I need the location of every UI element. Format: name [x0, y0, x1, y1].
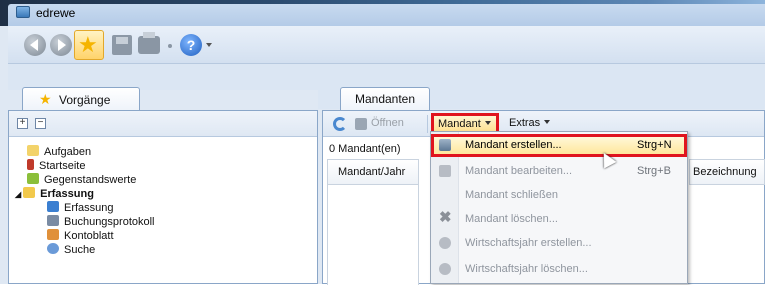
tree-item-erfassung-group[interactable]: ◢ Erfassung	[15, 187, 94, 201]
menu-item-mandant-schliessen[interactable]: Mandant schließen	[431, 184, 687, 207]
protocol-icon	[47, 215, 59, 226]
create-year-icon	[439, 237, 451, 249]
folder-open-icon	[23, 187, 36, 198]
favorites-button[interactable]: ★	[74, 30, 104, 60]
toolbar-separator-dot	[168, 44, 172, 48]
expand-triangle-icon[interactable]: ◢	[15, 190, 21, 199]
vorgaenge-panel: + − Aufgaben Startseite Gegenstandswerte…	[8, 110, 318, 284]
tab-mandanten[interactable]: Mandanten	[340, 87, 430, 111]
print-icon[interactable]	[138, 32, 160, 54]
window-title: edrewe	[36, 6, 76, 20]
collapse-all-button[interactable]: −	[35, 118, 46, 129]
tree-item-kontoblatt[interactable]: Kontoblatt	[47, 229, 114, 243]
grid-body[interactable]	[327, 185, 419, 285]
home-icon	[27, 159, 34, 170]
star-icon: ★	[39, 91, 52, 107]
entry-icon	[47, 201, 59, 212]
main-toolbar: ★ ?	[8, 26, 765, 64]
delete-x-icon: ✖	[439, 209, 452, 226]
mandant-dropdown-menu: Mandant erstellen... Strg+N Mandant bear…	[430, 131, 688, 284]
expand-all-button[interactable]: +	[17, 118, 28, 129]
tree-item-gegenstandswerte[interactable]: Gegenstandswerte	[27, 173, 136, 187]
ledger-icon	[47, 229, 59, 240]
search-icon	[47, 243, 59, 254]
tree-item-startseite[interactable]: Startseite	[27, 159, 85, 173]
tab-vorgaenge[interactable]: ★ Vorgänge	[22, 87, 140, 111]
menu-item-wirtschaftsjahr-loeschen[interactable]: Wirtschaftsjahr löschen...	[431, 258, 687, 281]
tree-item-erfassung[interactable]: Erfassung	[47, 201, 114, 215]
tree-item-buchungsprotokoll[interactable]: Buchungsprotokoll	[47, 215, 155, 229]
values-icon	[27, 173, 39, 184]
create-client-icon	[439, 139, 451, 151]
chevron-down-icon[interactable]	[206, 43, 212, 47]
column-header-bezeichnung[interactable]: Bezeichnung	[689, 159, 765, 185]
menu-item-mandant-bearbeiten[interactable]: Mandant bearbeiten... Strg+B	[431, 160, 687, 183]
app-icon	[16, 6, 30, 18]
menu-extras[interactable]: Extras	[509, 117, 551, 129]
folder-icon	[27, 145, 39, 156]
tree-item-aufgaben[interactable]: Aufgaben	[27, 145, 91, 159]
menu-item-mandant-erstellen[interactable]: Mandant erstellen... Strg+N	[431, 134, 687, 157]
save-icon[interactable]	[112, 35, 132, 55]
client-count: 0 Mandant(en)	[329, 143, 401, 155]
delete-year-icon	[439, 263, 451, 275]
refresh-icon[interactable]	[333, 117, 347, 131]
chevron-down-icon	[484, 121, 491, 125]
toolbar-separator	[427, 115, 428, 133]
open-folder-icon	[355, 118, 367, 130]
tab-vorgaenge-label: Vorgänge	[59, 93, 111, 107]
app-window: edrewe ★ ? ★ Vorgänge + − Aufgaben Start…	[0, 0, 765, 285]
chevron-down-icon	[544, 120, 551, 124]
menu-item-mandant-loeschen[interactable]: ✖ Mandant löschen...	[431, 208, 687, 231]
tree-header: + −	[9, 111, 317, 137]
open-button[interactable]: Öffnen	[371, 117, 404, 129]
edit-client-icon	[439, 165, 451, 177]
title-bar-inner	[8, 4, 765, 26]
star-icon: ★	[78, 32, 98, 57]
tree-item-suche[interactable]: Suche	[47, 243, 95, 257]
help-icon[interactable]: ?	[180, 34, 202, 56]
menu-item-wirtschaftsjahr-erstellen[interactable]: Wirtschaftsjahr erstellen...	[431, 232, 687, 255]
back-arrow-icon[interactable]	[24, 34, 46, 56]
column-header-mandant-jahr[interactable]: Mandant/Jahr	[327, 159, 419, 185]
forward-arrow-icon[interactable]	[50, 34, 72, 56]
